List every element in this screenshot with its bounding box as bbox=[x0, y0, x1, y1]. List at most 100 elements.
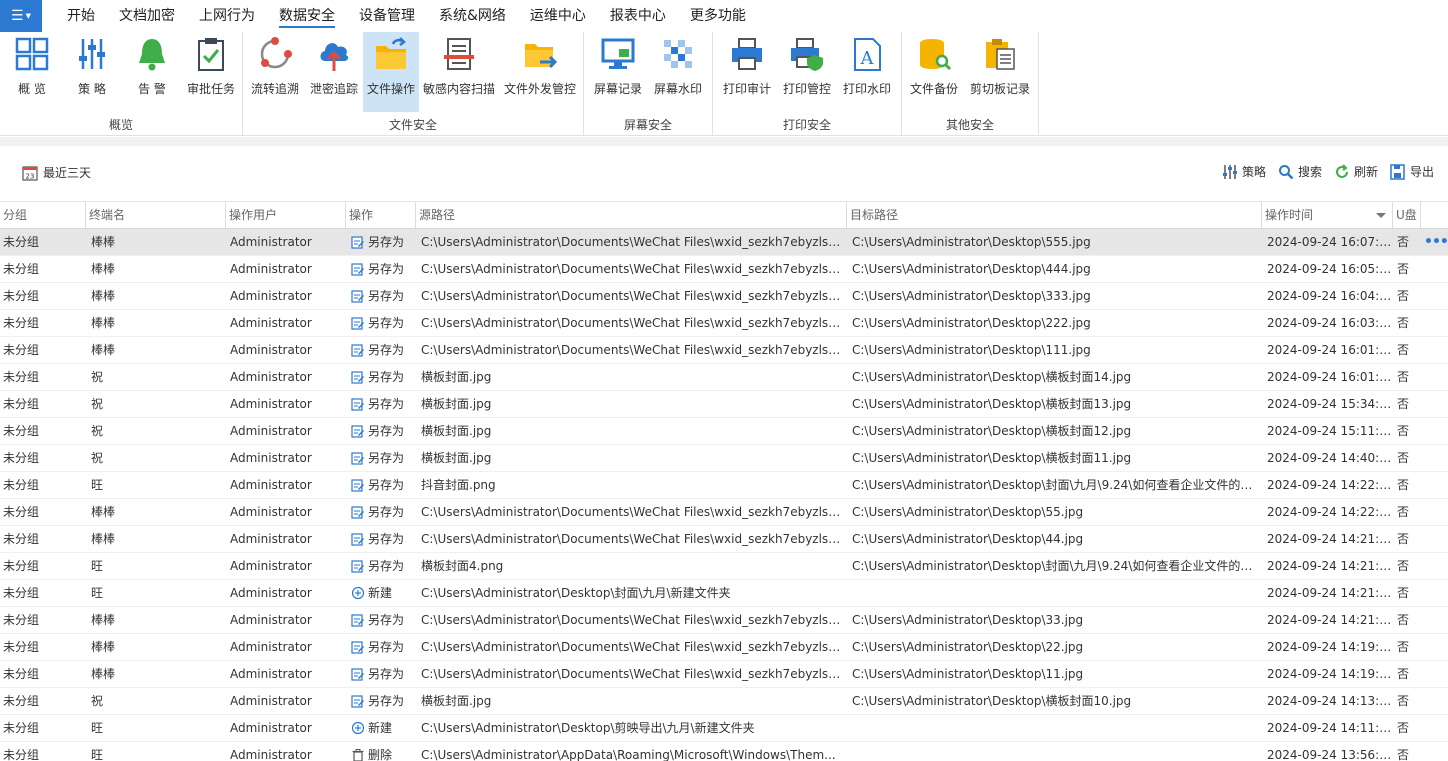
print-control-button[interactable]: 打印管控 bbox=[779, 32, 835, 112]
cell-source-path: 横板封面.jpg bbox=[421, 451, 492, 465]
cell-user: Administrator bbox=[230, 505, 312, 519]
table-row[interactable]: 未分组 棒棒 Administrator 另存为 C:\Users\Administra… bbox=[0, 337, 1448, 364]
file-backup-button[interactable]: 文件备份 bbox=[906, 32, 962, 112]
ribbon-group-label-overview: 概览 bbox=[108, 118, 133, 132]
refresh-button[interactable]: 刷新 bbox=[1334, 163, 1378, 180]
sensitive-scan-button[interactable]: 敏感内容扫描 bbox=[421, 32, 497, 112]
screen-watermark-button[interactable]: 屏幕水印 bbox=[650, 32, 706, 112]
table-row[interactable]: 未分组 旺 Administrator 删除 C:\Users\Administrato… bbox=[0, 742, 1448, 761]
column-header-source-path[interactable]: 源路径 bbox=[416, 202, 847, 228]
cell-time: 2024-09-24 14:22:39 bbox=[1267, 478, 1393, 492]
table-row[interactable]: 未分组 旺 Administrator 新建 C:\Users\Administrato… bbox=[0, 715, 1448, 742]
save-as-icon bbox=[351, 613, 365, 627]
print-audit-button[interactable]: 打印审计 bbox=[719, 32, 775, 112]
menu-more-features[interactable]: 更多功能 bbox=[678, 0, 758, 32]
file-operation-button[interactable]: 文件操作 bbox=[363, 32, 419, 112]
cell-user: Administrator bbox=[230, 586, 312, 600]
strategy-tool-button[interactable]: 策略 bbox=[1222, 163, 1266, 180]
grid-icon bbox=[15, 37, 49, 71]
cell-time: 2024-09-24 16:04:21 bbox=[1267, 289, 1393, 303]
cell-target-path bbox=[847, 715, 1262, 741]
app-menu-button[interactable]: ☰ ▼ bbox=[0, 0, 42, 32]
table-row[interactable]: 未分组 祝 Administrator 另存为 横板封面.jpg C:\Users\Adm… bbox=[0, 364, 1448, 391]
cell-operation: 另存为 bbox=[346, 283, 416, 309]
table-row[interactable]: 未分组 棒棒 Administrator 另存为 C:\Users\Administra… bbox=[0, 634, 1448, 661]
table-row[interactable]: 未分组 祝 Administrator 另存为 横板封面.jpg C:\Users\Adm… bbox=[0, 391, 1448, 418]
table-row[interactable]: 未分组 棒棒 Administrator 另存为 C:\Users\Administra… bbox=[0, 283, 1448, 310]
table-row[interactable]: 未分组 棒棒 Administrator 另存为 C:\Users\Administra… bbox=[0, 526, 1448, 553]
operation-label: 新建 bbox=[368, 721, 393, 735]
save-as-icon bbox=[351, 370, 365, 384]
table-row[interactable]: 未分组 棒棒 Administrator 另存为 C:\Users\Administra… bbox=[0, 256, 1448, 283]
clipboard-record-button[interactable]: 剪切板记录 bbox=[966, 32, 1034, 112]
cell-time: 2024-09-24 16:05:49 bbox=[1267, 262, 1393, 276]
ribbon-group-overview: 概 览 策 略 告 警 审批任务 概览 bbox=[0, 32, 243, 136]
flow-trace-button-label: 流转追溯 bbox=[250, 82, 299, 96]
clipboard-record-button-label: 剪切板记录 bbox=[969, 82, 1030, 96]
table-row[interactable]: 未分组 棒棒 Administrator 另存为 C:\Users\Administra… bbox=[0, 310, 1448, 337]
file-backup-button-label: 文件备份 bbox=[909, 82, 958, 96]
cell-group: 未分组 bbox=[3, 640, 40, 654]
cell-terminal: 棒棒 bbox=[91, 235, 116, 249]
table-row[interactable]: 未分组 祝 Administrator 另存为 横板封面.jpg C:\Users\Adm… bbox=[0, 418, 1448, 445]
cell-terminal: 棒棒 bbox=[91, 505, 116, 519]
cell-user: Administrator bbox=[230, 478, 312, 492]
approval-task-button[interactable]: 审批任务 bbox=[183, 32, 239, 112]
menu-doc-encryption[interactable]: 文档加密 bbox=[107, 0, 187, 32]
more-icon[interactable]: ••• bbox=[1424, 234, 1448, 250]
column-header-group[interactable]: 分组 bbox=[0, 202, 86, 228]
export-label: 导出 bbox=[1409, 165, 1434, 179]
table-row[interactable]: 未分组 棒棒 Administrator 另存为 C:\Users\Administra… bbox=[0, 607, 1448, 634]
table-row[interactable]: 未分组 祝 Administrator 另存为 横板封面.jpg C:\Users\Adm… bbox=[0, 445, 1448, 472]
file-outgoing-control-button[interactable]: 文件外发管控 bbox=[502, 32, 578, 112]
column-header-target-path[interactable]: 目标路径 bbox=[847, 202, 1262, 228]
cell-usb: 否 bbox=[1397, 559, 1410, 573]
cell-group: 未分组 bbox=[3, 397, 40, 411]
cell-operation: 另存为 bbox=[346, 661, 416, 687]
cell-user: Administrator bbox=[230, 235, 312, 249]
strategy-button[interactable]: 策 略 bbox=[66, 32, 118, 112]
table-row[interactable]: 未分组 棒棒 Administrator 另存为 C:\Users\Administra… bbox=[0, 499, 1448, 526]
menu-report-center[interactable]: 报表中心 bbox=[598, 0, 678, 32]
column-header-user[interactable]: 操作用户 bbox=[226, 202, 346, 228]
cell-target-path: C:\Users\Administrator\Desktop\封面\九月\9.2… bbox=[852, 478, 1262, 492]
alert-button[interactable]: 告 警 bbox=[126, 32, 178, 112]
cell-target-path: C:\Users\Administrator\Desktop\横板封面11.jp… bbox=[852, 451, 1132, 465]
clipboard-check-icon bbox=[198, 38, 224, 71]
menu-data-security[interactable]: 数据安全 bbox=[267, 0, 347, 32]
save-as-icon bbox=[351, 397, 365, 411]
operation-label: 另存为 bbox=[368, 397, 405, 411]
menu-start[interactable]: 开始 bbox=[55, 0, 107, 32]
overview-button[interactable]: 概 览 bbox=[6, 32, 58, 112]
cell-source-path: C:\Users\Administrator\Documents\WeChat … bbox=[421, 262, 847, 276]
date-filter-button[interactable]: 23 最近三天 bbox=[22, 164, 91, 181]
table-row[interactable]: 未分组 旺 Administrator 另存为 横板封面4.png C:\Users\Ad… bbox=[0, 553, 1448, 580]
cell-group: 未分组 bbox=[3, 721, 40, 735]
menu-ops-center[interactable]: 运维中心 bbox=[518, 0, 598, 32]
table-row[interactable]: 未分组 棒棒 Administrator 另存为 C:\Users\Administra… bbox=[0, 229, 1448, 256]
column-header-operation[interactable]: 操作 bbox=[346, 202, 416, 228]
cell-operation: 另存为 bbox=[346, 472, 416, 498]
operation-label: 另存为 bbox=[368, 613, 405, 627]
menu-system-network[interactable]: 系统&网络 bbox=[427, 0, 518, 32]
menu-device-management[interactable]: 设备管理 bbox=[347, 0, 427, 32]
table-row[interactable]: 未分组 棒棒 Administrator 另存为 C:\Users\Administra… bbox=[0, 661, 1448, 688]
cell-usb: 否 bbox=[1397, 640, 1410, 654]
print-watermark-button[interactable]: A 打印水印 bbox=[839, 32, 895, 112]
table-row[interactable]: 未分组 祝 Administrator 另存为 横板封面.jpg C:\Users\Adm… bbox=[0, 688, 1448, 715]
search-button[interactable]: 搜索 bbox=[1278, 163, 1322, 180]
column-header-usb[interactable]: U盘 bbox=[1393, 202, 1421, 228]
leak-trace-button[interactable]: 泄密追踪 bbox=[306, 32, 362, 112]
column-header-time[interactable]: 操作时间 bbox=[1262, 202, 1393, 228]
column-header-terminal[interactable]: 终端名 bbox=[86, 202, 226, 228]
export-button[interactable]: 导出 bbox=[1390, 163, 1434, 180]
divider bbox=[0, 137, 1448, 146]
cell-group: 未分组 bbox=[3, 451, 40, 465]
cell-user: Administrator bbox=[230, 694, 312, 708]
menu-web-behavior[interactable]: 上网行为 bbox=[187, 0, 267, 32]
file-outgoing-control-button-label: 文件外发管控 bbox=[503, 82, 576, 96]
screen-record-button[interactable]: 屏幕记录 bbox=[590, 32, 646, 112]
flow-trace-button[interactable]: 流转追溯 bbox=[247, 32, 303, 112]
table-row[interactable]: 未分组 旺 Administrator 另存为 抖音封面.png C:\Users\Adm… bbox=[0, 472, 1448, 499]
table-row[interactable]: 未分组 旺 Administrator 新建 C:\Users\Administrato… bbox=[0, 580, 1448, 607]
